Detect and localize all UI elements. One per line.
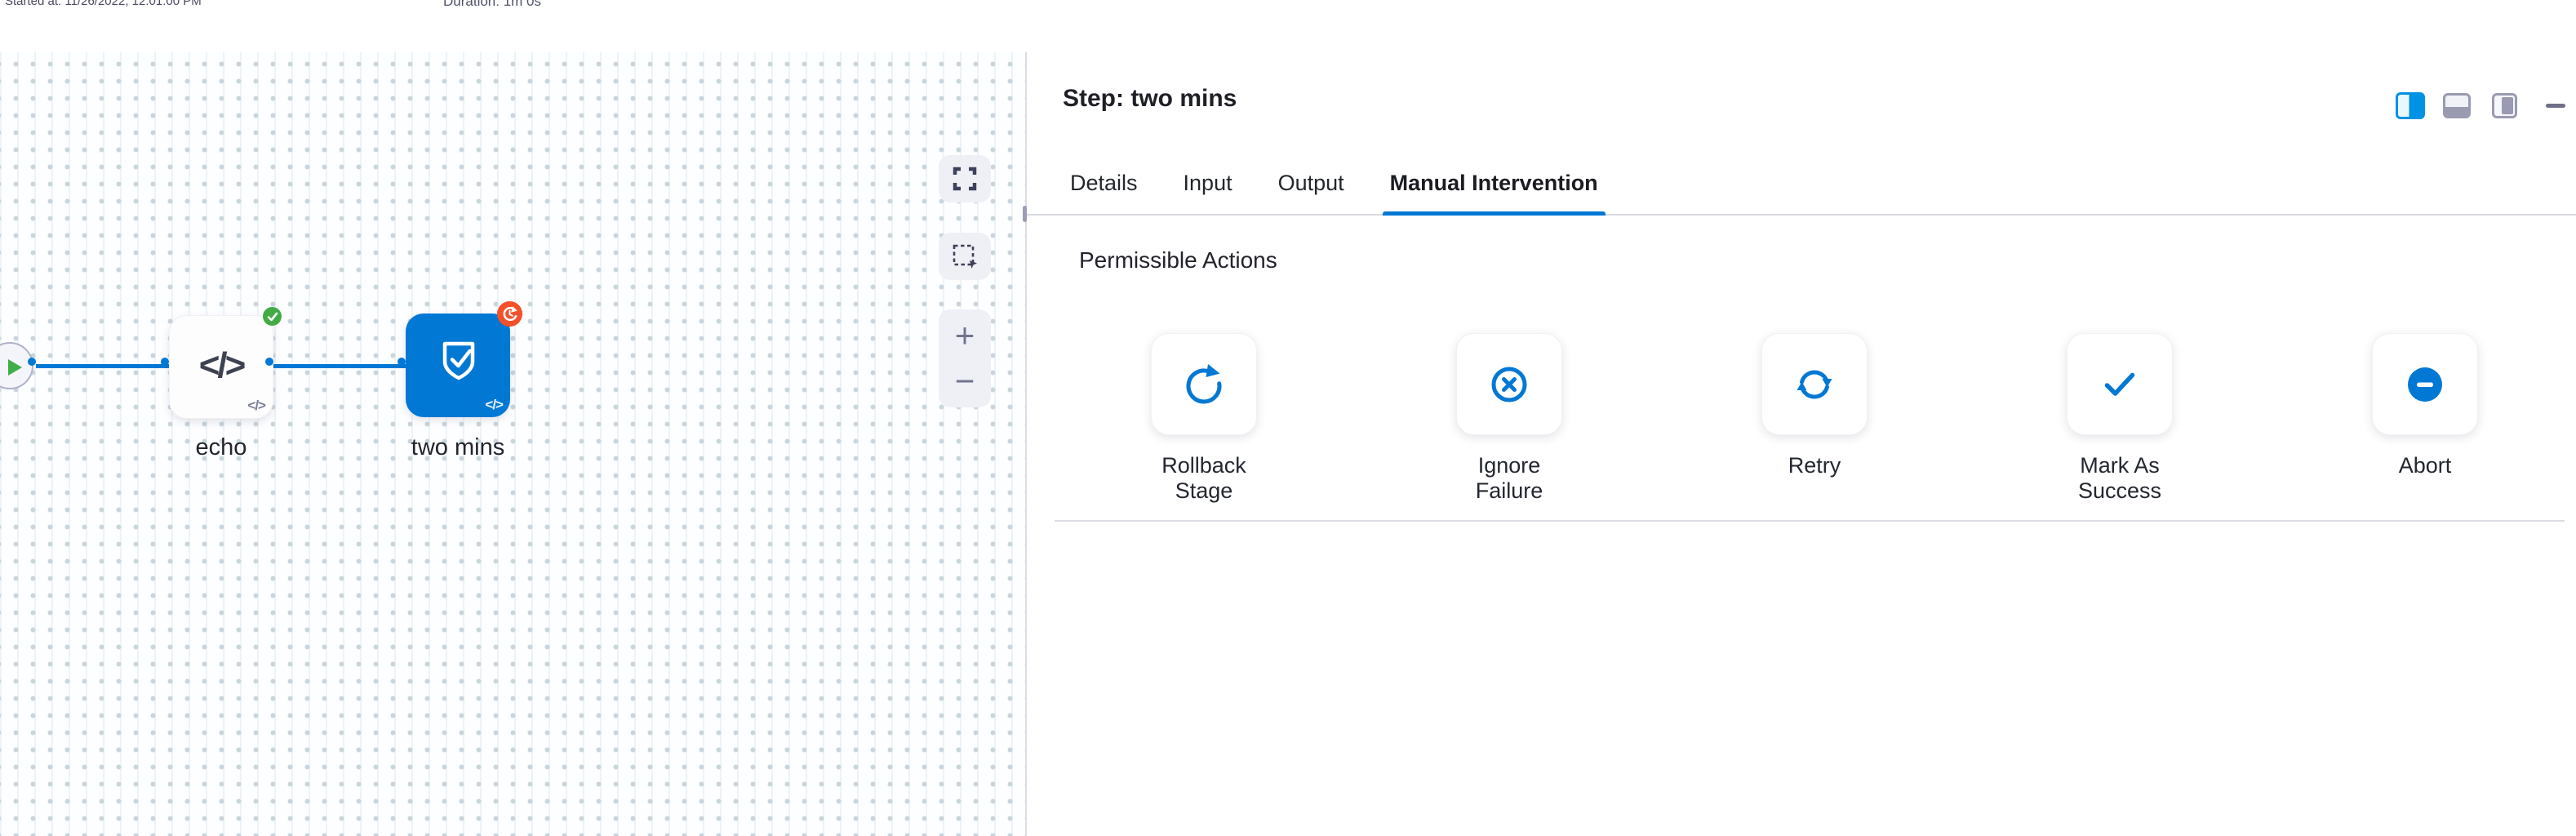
abort-action[interactable]: Abort — [2272, 333, 2576, 504]
step-details-panel: Step: two mins Details Input Output Manu… — [1027, 52, 2576, 836]
layout-right-drawer-icon[interactable] — [2492, 93, 2517, 118]
pipeline-canvas[interactable]: </> </> echo </> — [0, 52, 1025, 836]
mark-as-success-action[interactable]: Mark As Success — [1967, 333, 2272, 504]
panel-tabs-row: Details Input Output Manual Intervention — [1027, 155, 2576, 216]
action-label: Ignore Failure — [1442, 453, 1577, 504]
node-label-two-mins: two mins — [406, 434, 510, 461]
canvas-fullscreen-button[interactable] — [939, 155, 991, 202]
abort-icon — [2402, 362, 2448, 407]
step-node-echo[interactable]: </> </> — [169, 315, 273, 419]
pipeline-execution-view: Started at: 11/26/2022, 12:01:00 PM Dura… — [0, 0, 2576, 836]
section-divider — [1055, 520, 2565, 522]
rollback-stage-icon — [1181, 362, 1227, 407]
tab-output[interactable]: Output — [1271, 171, 1352, 214]
action-label: Mark As Success — [2053, 453, 2187, 504]
layout-bottom-panel-icon[interactable] — [2443, 93, 2471, 118]
duration-text: Duration: 1m 0s — [443, 0, 541, 10]
zoom-in-button[interactable]: + — [939, 316, 991, 355]
layout-split-right-icon[interactable] — [2396, 92, 2425, 119]
action-label: Rollback Stage — [1137, 453, 1272, 504]
selection-box-icon — [951, 242, 979, 270]
canvas-zoom-control: + − — [939, 309, 991, 407]
port — [28, 358, 36, 366]
retry-icon — [1792, 362, 1837, 407]
rollback-stage-action[interactable]: Rollback Stage — [1051, 333, 1357, 504]
pipeline-start-node — [0, 342, 33, 389]
ignore-failure-icon — [1486, 362, 1532, 407]
mark-as-success-icon — [2097, 362, 2143, 407]
action-label: Retry — [1788, 453, 1841, 478]
port — [398, 358, 406, 366]
success-badge-icon — [263, 307, 282, 326]
approval-shield-icon — [433, 335, 485, 387]
started-at-text: Started at: 11/26/2022, 12:01:00 PM — [5, 0, 202, 8]
script-mini-icon: </> — [485, 397, 503, 413]
tab-input[interactable]: Input — [1176, 171, 1240, 214]
port — [502, 358, 510, 366]
drawer-pane — [2502, 97, 2513, 114]
connector-start-to-echo — [36, 364, 169, 368]
canvas-selection-button[interactable] — [939, 233, 991, 280]
panel-resize-handle[interactable] — [1023, 206, 1027, 222]
port — [161, 358, 169, 366]
retry-action[interactable]: Retry — [1662, 333, 1967, 504]
port — [265, 358, 273, 366]
fullscreen-icon — [952, 166, 978, 192]
step-node-two-mins[interactable]: </> — [406, 314, 510, 417]
execution-header-strip: Started at: 11/26/2022, 12:01:00 PM Dura… — [0, 0, 2576, 52]
tab-details[interactable]: Details — [1063, 171, 1145, 214]
code-step-icon: </> — [170, 345, 273, 386]
permissible-actions-title: Permissible Actions — [1079, 247, 1277, 273]
timeout-waiting-badge-icon — [497, 301, 522, 327]
node-label-echo: echo — [169, 434, 273, 461]
script-mini-icon: </> — [247, 398, 265, 414]
zoom-out-button[interactable]: − — [939, 362, 991, 401]
permissible-actions-row: Rollback Stage Ignore Failure — [1051, 333, 2576, 504]
tab-manual-intervention[interactable]: Manual Intervention — [1383, 171, 1606, 214]
play-icon — [8, 359, 22, 376]
ignore-failure-action[interactable]: Ignore Failure — [1357, 333, 1662, 504]
minimize-panel-icon[interactable] — [2546, 104, 2565, 108]
panel-title: Step: two mins — [1063, 85, 1237, 113]
connector-echo-to-two-mins — [273, 364, 406, 368]
action-label: Abort — [2399, 453, 2452, 478]
